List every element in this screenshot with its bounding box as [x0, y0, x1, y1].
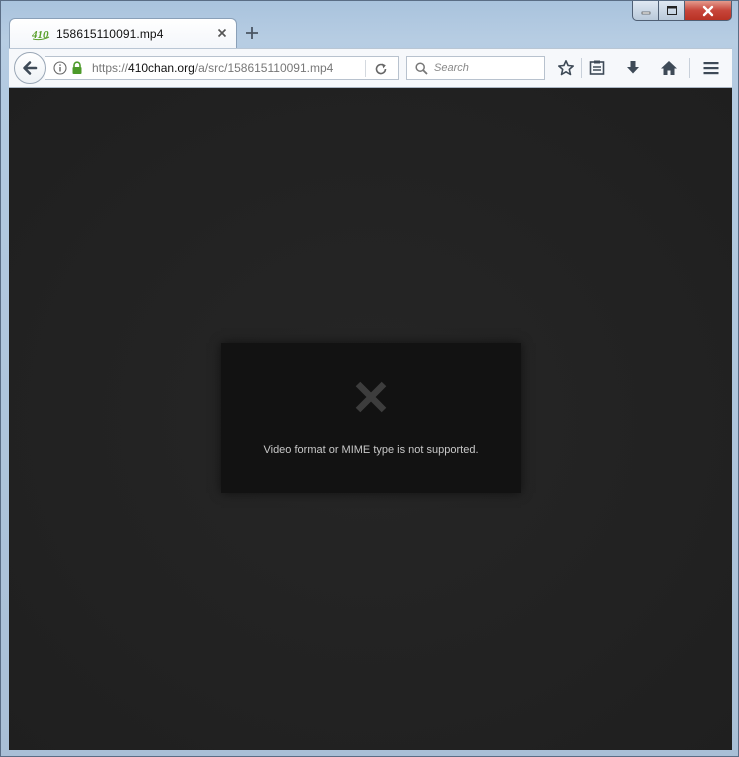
url-bar[interactable]: https://410chan.org/a/src/158615110091.m…: [45, 56, 399, 80]
video-error-box: Video format or MIME type is not support…: [221, 343, 521, 493]
download-icon[interactable]: [624, 59, 642, 77]
lock-icon[interactable]: [71, 61, 83, 75]
url-domain: 410chan.org: [128, 61, 195, 75]
url-path: /a/src/158615110091.mp4: [194, 61, 334, 75]
close-icon: [702, 5, 714, 16]
tab-title: 158615110091.mp4: [56, 27, 164, 41]
url-separator: [365, 60, 366, 77]
tab-close-icon[interactable]: [216, 27, 228, 39]
tab-active[interactable]: 410 158615110091.mp4: [9, 18, 237, 49]
navigation-toolbar: https://410chan.org/a/src/158615110091.m…: [9, 48, 732, 88]
browser-window: 410 158615110091.mp4 https://410chan.org…: [0, 0, 739, 757]
error-x-icon: [355, 381, 387, 413]
home-icon[interactable]: [660, 59, 678, 77]
maximize-icon: [666, 6, 677, 15]
video-viewport: Video format or MIME type is not support…: [9, 88, 732, 750]
minimize-icon: [641, 11, 650, 14]
reload-icon[interactable]: [374, 62, 388, 76]
site-favicon-icon: 410: [32, 29, 50, 41]
search-placeholder: Search: [434, 62, 469, 74]
url-prefix: https://: [92, 61, 129, 75]
reading-list-icon[interactable]: [588, 59, 606, 77]
toolbar-separator: [689, 58, 690, 78]
back-arrow-icon: [23, 61, 38, 75]
toolbar-separator: [581, 58, 582, 78]
new-tab-icon[interactable]: [243, 24, 261, 42]
back-button[interactable]: [14, 52, 46, 84]
search-icon: [415, 61, 428, 75]
tab-strip: 410 158615110091.mp4: [9, 18, 730, 49]
star-icon[interactable]: [557, 59, 575, 77]
video-error-message: Video format or MIME type is not support…: [263, 444, 479, 456]
url-text[interactable]: https://410chan.org/a/src/158615110091.m…: [92, 61, 333, 75]
hamburger-menu-icon[interactable]: [702, 59, 720, 77]
search-bar[interactable]: Search: [406, 56, 545, 80]
info-icon[interactable]: [53, 61, 67, 75]
